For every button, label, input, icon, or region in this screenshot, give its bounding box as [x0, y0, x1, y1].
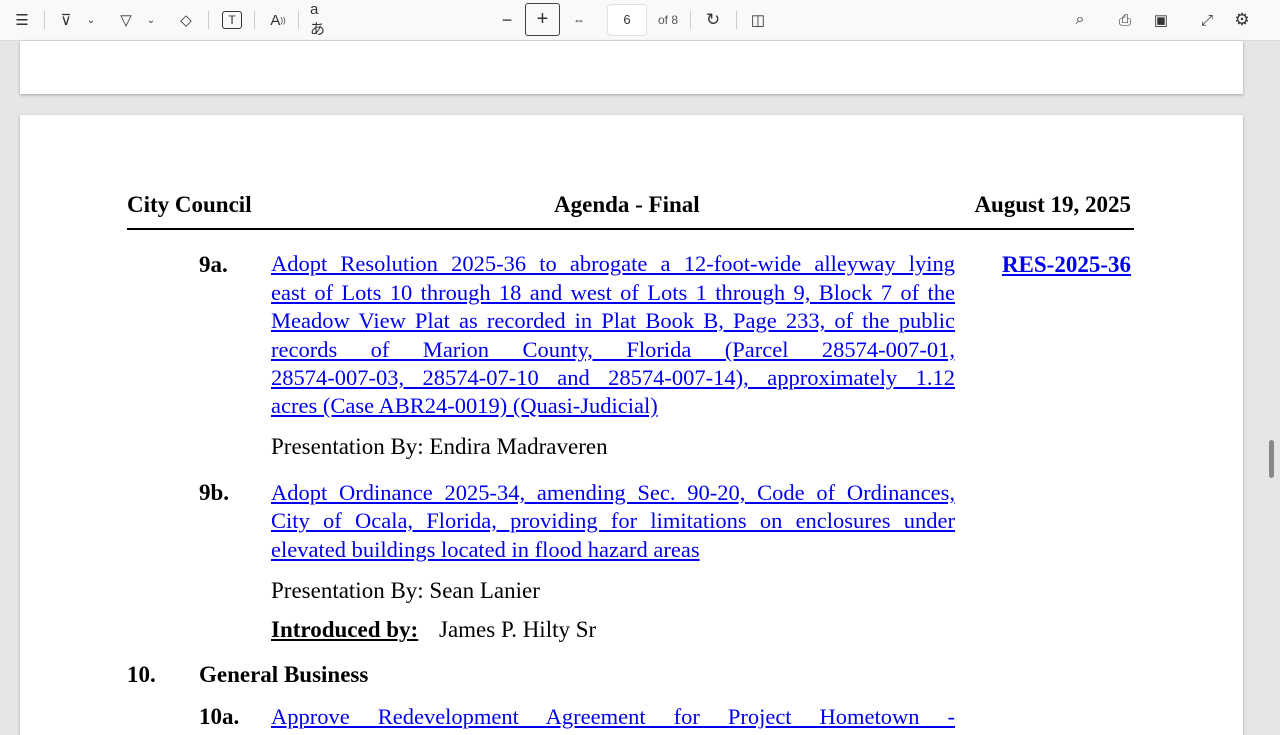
- previous-page: [20, 41, 1243, 94]
- header-rule: [127, 228, 1134, 230]
- item-title-line[interactable]: Adopt Ordinance 2025-34, amending Sec. 9…: [271, 480, 955, 506]
- contents-icon[interactable]: ☰: [12, 8, 32, 32]
- print-icon[interactable]: ⎙: [1115, 8, 1135, 32]
- page-total: of 8: [657, 13, 678, 27]
- item-title-line[interactable]: City of Ocala, Florida, providing for li…: [271, 508, 955, 534]
- section-number: 10.: [127, 662, 156, 687]
- save-icon[interactable]: ▣: [1151, 8, 1171, 32]
- fit-width-icon[interactable]: ⇔: [569, 8, 589, 32]
- divider: [208, 11, 209, 29]
- highlight-icon[interactable]: ⊽: [56, 8, 76, 32]
- file-link[interactable]: RES-2025-36: [1002, 252, 1131, 278]
- divider: [44, 11, 45, 29]
- item-title-line[interactable]: Adopt Resolution 2025-36 to abrogate a 1…: [271, 251, 955, 277]
- rotate-icon[interactable]: ↻: [703, 8, 723, 32]
- draw-icon[interactable]: ▽: [116, 8, 136, 32]
- header-left: City Council: [127, 192, 252, 217]
- fullscreen-icon[interactable]: ⤢: [1197, 8, 1217, 32]
- zoom-out-icon[interactable]: −: [497, 8, 517, 32]
- scrollbar-thumb[interactable]: [1269, 440, 1274, 478]
- header-center: Agenda - Final: [554, 192, 700, 217]
- text-box-icon[interactable]: T: [222, 11, 242, 29]
- item-title-line[interactable]: elevated buildings located in flood haza…: [271, 537, 955, 563]
- divider: [690, 11, 691, 29]
- item-number: 10a.: [199, 704, 240, 729]
- item-title-line[interactable]: 28574-007-03, 28574-07-10 and 28574-007-…: [271, 365, 955, 391]
- zoom-in-icon[interactable]: +: [525, 3, 560, 36]
- divider: [298, 11, 299, 29]
- item-title-line[interactable]: acres (Case ABR24-0019) (Quasi-Judicial): [271, 393, 955, 419]
- translate-icon[interactable]: aあ: [310, 1, 332, 38]
- erase-icon[interactable]: ◇: [176, 8, 196, 32]
- page-view-icon[interactable]: ◫: [748, 8, 768, 32]
- chevron-down-icon[interactable]: ⌄: [144, 8, 158, 32]
- search-icon[interactable]: ⌕: [1070, 8, 1090, 32]
- section-title: General Business: [199, 662, 369, 687]
- item-title-line[interactable]: Meadow View Plat as recorded in Plat Boo…: [271, 308, 955, 334]
- item-number: 9a.: [199, 252, 228, 277]
- current-page: City Council Agenda - Final August 19, 2…: [20, 115, 1243, 735]
- item-title-line[interactable]: Approve Redevelopment Agreement for Proj…: [271, 704, 955, 730]
- toolbar: ☰ ⊽ ⌄ ▽ ⌄ ◇ T A)) aあ − + ⇔ 6 of 8 ↻ ◫ ⌕ …: [0, 0, 1280, 41]
- introduced-by-label: Introduced by:: [271, 617, 419, 642]
- item-number: 9b.: [199, 480, 230, 505]
- introduced-by-value: James P. Hilty Sr: [439, 617, 597, 642]
- item-title-line[interactable]: east of Lots 10 through 18 and west of L…: [271, 280, 955, 306]
- page-number-input[interactable]: 6: [607, 4, 647, 36]
- settings-icon[interactable]: ⚙: [1232, 8, 1252, 32]
- presentation-by: Presentation By: Endira Madraveren: [271, 434, 608, 459]
- divider: [254, 11, 255, 29]
- presentation-by: Presentation By: Sean Lanier: [271, 578, 540, 603]
- divider: [736, 11, 737, 29]
- item-title-line[interactable]: records of Marion County, Florida (Parce…: [271, 337, 955, 363]
- read-aloud-icon[interactable]: A)): [268, 8, 288, 32]
- chevron-down-icon[interactable]: ⌄: [84, 8, 98, 32]
- header-right: August 19, 2025: [974, 192, 1131, 217]
